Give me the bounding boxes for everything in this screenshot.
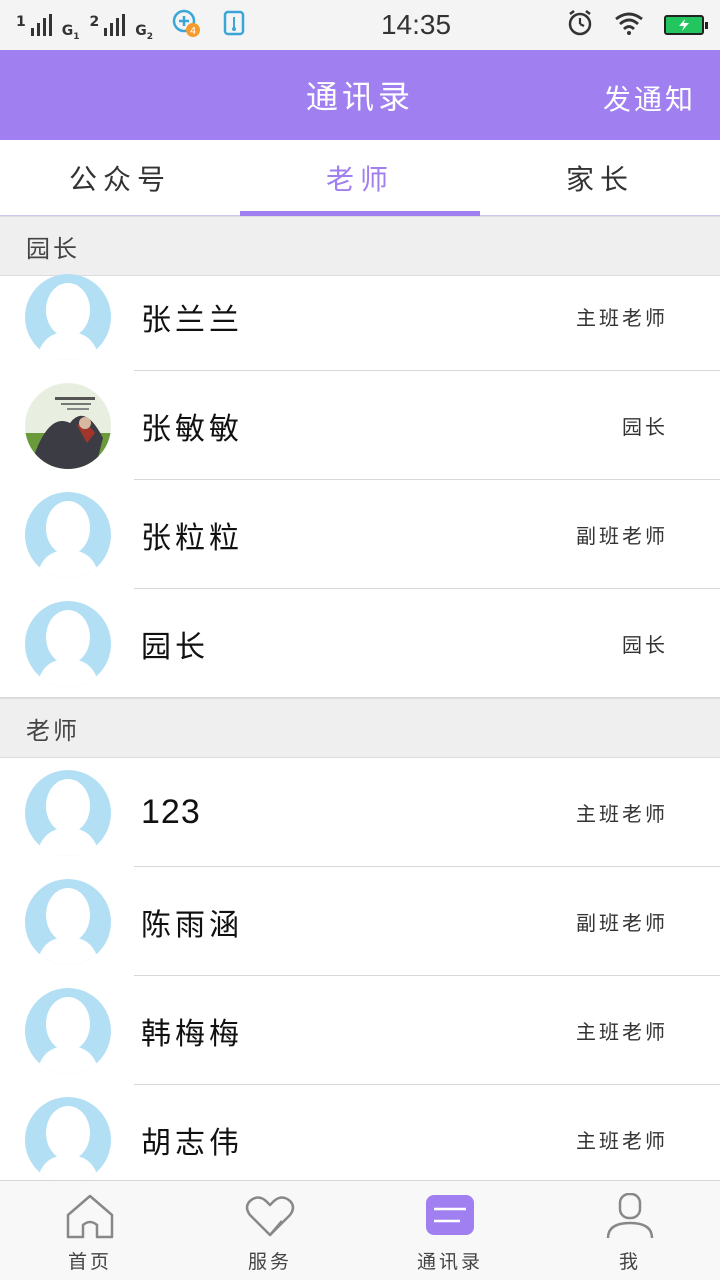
- app-header: 通讯录 发通知: [0, 50, 720, 140]
- send-notification-button[interactable]: 发通知: [603, 78, 696, 118]
- contact-role: 副班老师: [576, 911, 668, 935]
- home-icon: [64, 1193, 116, 1239]
- person-icon: [604, 1193, 656, 1239]
- status-left: 1 G1 2 G2 4: [16, 8, 306, 42]
- sim1-network-tag: G1: [61, 23, 80, 42]
- sim2-signal: 2: [90, 14, 126, 36]
- nav-label: 服务: [247, 1251, 292, 1273]
- nav-services[interactable]: 服务: [180, 1181, 360, 1280]
- contact-name: 韩梅梅: [141, 1016, 243, 1052]
- contact-role: 主班老师: [576, 1129, 668, 1153]
- tab-official-accounts[interactable]: 公众号: [0, 140, 240, 215]
- page-title: 通讯录: [305, 78, 414, 116]
- tab-teachers[interactable]: 老师: [240, 140, 480, 216]
- contact-role: 园长: [622, 633, 668, 657]
- contact-row[interactable]: 韩梅梅 主班老师: [0, 976, 720, 1085]
- contact-row[interactable]: 张敏敏 园长: [0, 371, 720, 480]
- status-right: [566, 9, 708, 41]
- contact-name: 张粒粒: [141, 520, 243, 556]
- contact-row[interactable]: 胡志伟 主班老师: [0, 1085, 720, 1180]
- contact-name: 园长: [141, 629, 209, 665]
- contact-role: 主班老师: [576, 306, 668, 330]
- sim2-network-tag: G2: [135, 23, 154, 42]
- tab-parents[interactable]: 家长: [480, 140, 720, 215]
- alarm-icon: [566, 9, 594, 41]
- section-header-teachers: 老师: [0, 698, 720, 758]
- contact-tabs: 公众号 老师 家长: [0, 140, 720, 216]
- notification-badge: 4: [190, 26, 196, 37]
- contact-name: 张兰兰: [141, 302, 243, 338]
- contact-list[interactable]: 园长 张兰兰 主班老师 张敏敏 园长 张粒粒 副班老师 园长 园长 老师 123…: [0, 216, 720, 1180]
- wifi-icon: [614, 11, 644, 39]
- default-avatar: [25, 1096, 111, 1180]
- contact-row[interactable]: 陈雨涵 副班老师: [0, 867, 720, 976]
- nav-label: 我: [618, 1251, 641, 1273]
- heart-icon: [244, 1193, 296, 1239]
- bottom-navigation: 首页 服务 通讯录 我: [0, 1180, 720, 1280]
- contact-row[interactable]: 123 主班老师: [0, 758, 720, 867]
- nav-home[interactable]: 首页: [0, 1181, 180, 1280]
- contacts-icon: [424, 1193, 476, 1239]
- data-saver-icon: 4: [171, 8, 201, 42]
- default-avatar: [25, 769, 111, 856]
- signal-icon: [30, 14, 52, 36]
- contact-name: 张敏敏: [141, 411, 243, 447]
- sim1-signal: 1: [16, 14, 52, 36]
- contact-name: 陈雨涵: [141, 907, 243, 943]
- photo-avatar: [25, 382, 111, 469]
- default-avatar: [25, 878, 111, 965]
- contact-role: 园长: [622, 415, 668, 439]
- battery-icon: [664, 15, 708, 35]
- signal-icon: [104, 14, 126, 36]
- default-avatar: [25, 273, 111, 360]
- nav-contacts[interactable]: 通讯录: [360, 1181, 540, 1280]
- nav-label: 通讯录: [416, 1251, 483, 1273]
- contact-row[interactable]: 张兰兰 主班老师: [0, 262, 720, 371]
- usb-icon: [223, 10, 245, 40]
- sim1-number: 1: [16, 14, 26, 30]
- default-avatar: [25, 600, 111, 687]
- sim2-number: 2: [89, 14, 100, 30]
- contact-row[interactable]: 园长 园长: [0, 589, 720, 698]
- nav-label: 首页: [67, 1251, 112, 1273]
- contact-name: 胡志伟: [141, 1125, 243, 1161]
- contact-role: 副班老师: [576, 524, 668, 548]
- contact-row[interactable]: 张粒粒 副班老师: [0, 480, 720, 589]
- default-avatar: [25, 491, 111, 578]
- contact-role: 主班老师: [576, 802, 668, 826]
- nav-me[interactable]: 我: [540, 1181, 720, 1280]
- default-avatar: [25, 987, 111, 1074]
- contact-name: 123: [141, 793, 201, 831]
- status-bar: 1 G1 2 G2 4 14:35: [0, 0, 720, 50]
- contact-role: 主班老师: [576, 1020, 668, 1044]
- clock: 14:35: [380, 9, 452, 40]
